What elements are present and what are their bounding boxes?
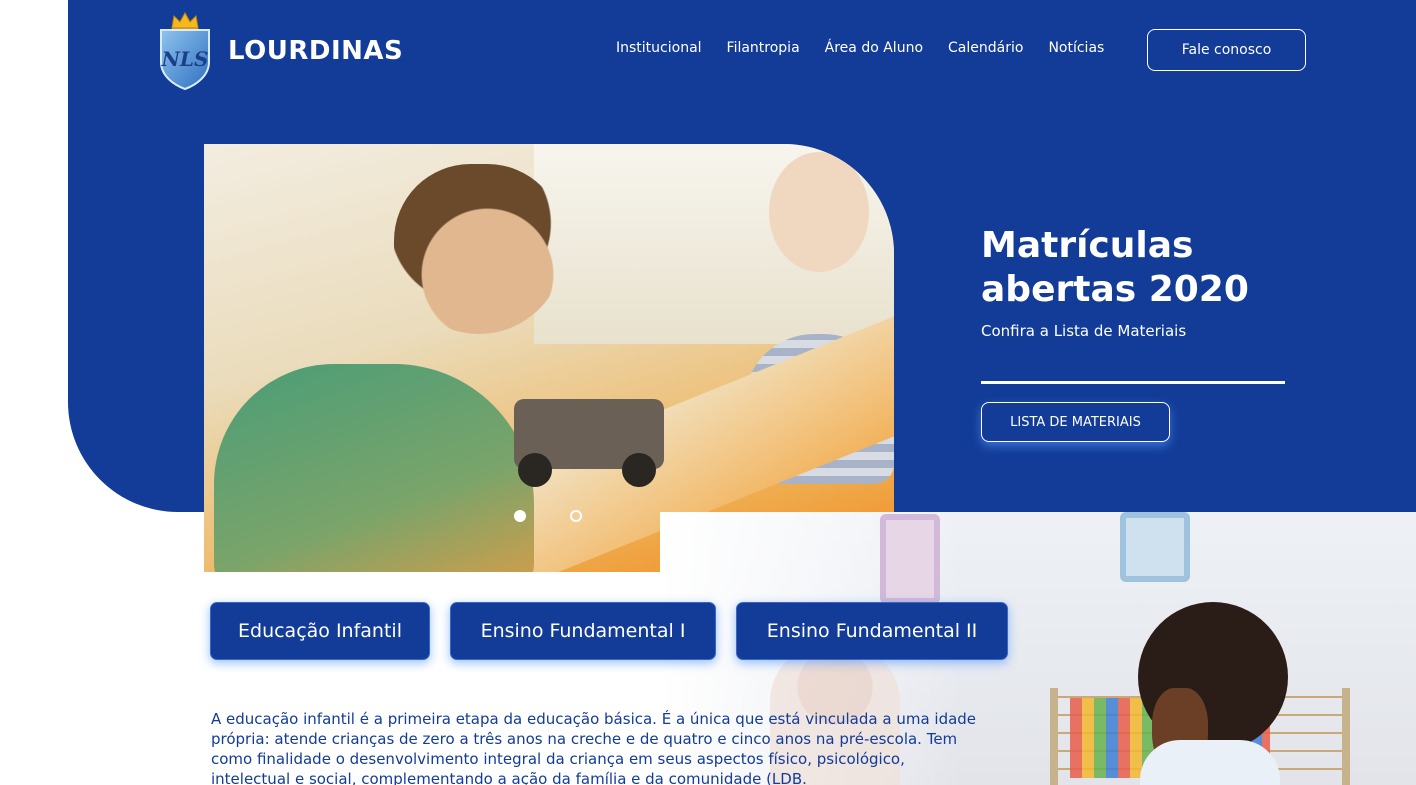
slide-child-head xyxy=(769,152,869,272)
nav-filantropia[interactable]: Filantropia xyxy=(727,40,800,56)
wall-card xyxy=(1120,512,1190,582)
hero-divider xyxy=(981,381,1285,384)
contact-button[interactable]: Fale conosco xyxy=(1147,29,1306,71)
slide-boy-body xyxy=(214,364,534,572)
slide-robot xyxy=(514,399,664,487)
nav-institucional[interactable]: Institucional xyxy=(616,40,702,56)
nav-noticias[interactable]: Notícias xyxy=(1048,40,1104,56)
slide-boy-head xyxy=(394,164,564,334)
materials-list-button[interactable]: LISTA DE MATERIAIS xyxy=(981,402,1170,442)
main-nav: Institucional Filantropia Área do Aluno … xyxy=(616,40,1104,56)
tab-ensino-fundamental-2[interactable]: Ensino Fundamental II xyxy=(736,602,1008,660)
hero-slide-image xyxy=(204,144,894,572)
slider-dot-1[interactable] xyxy=(514,510,526,522)
child-body xyxy=(1140,740,1280,785)
crest-letters: NLS xyxy=(161,47,209,71)
crest-icon: NLS xyxy=(156,12,214,90)
slider-dots xyxy=(514,510,582,522)
tab-educacao-infantil[interactable]: Educação Infantil xyxy=(210,602,430,660)
level-description: A educação infantil é a primeira etapa d… xyxy=(211,710,977,785)
slider-dot-2[interactable] xyxy=(570,510,582,522)
brand-name: LOURDINAS xyxy=(228,36,404,66)
page: NLS LOURDINAS Institucional Filantropia … xyxy=(0,0,1416,785)
hero-subtitle: Confira a Lista de Materiais xyxy=(981,322,1187,340)
tab-ensino-fundamental-1[interactable]: Ensino Fundamental I xyxy=(450,602,716,660)
shield-icon: NLS xyxy=(160,29,210,90)
wall-card xyxy=(880,514,940,604)
nav-calendario[interactable]: Calendário xyxy=(948,40,1023,56)
hero-title: Matrículas abertas 2020 xyxy=(981,225,1249,310)
site-logo[interactable]: NLS LOURDINAS xyxy=(156,12,403,90)
nav-area-do-aluno[interactable]: Área do Aluno xyxy=(825,40,923,56)
